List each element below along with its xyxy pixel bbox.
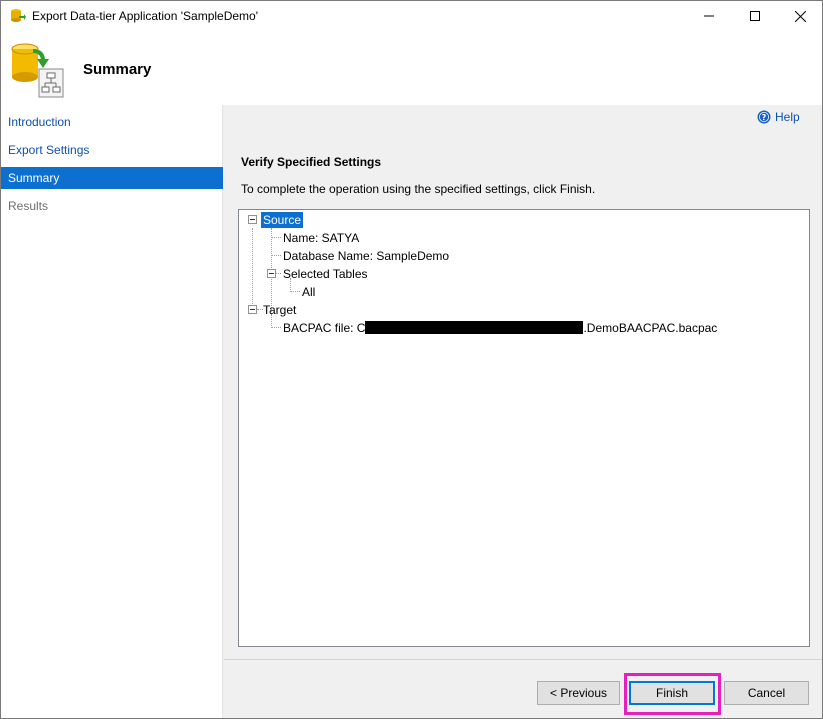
maximize-button[interactable] [732, 1, 778, 31]
cancel-button[interactable]: Cancel [724, 681, 809, 705]
collapse-tables-icon[interactable] [267, 269, 276, 278]
wizard-nav: Introduction Export Settings Summary Res… [1, 105, 223, 718]
nav-item-export-settings[interactable]: Export Settings [1, 139, 223, 161]
tree-node-name[interactable]: Name: SATYA [281, 230, 361, 246]
previous-button[interactable]: < Previous [537, 681, 620, 705]
svg-text:?: ? [762, 113, 767, 122]
title-bar: Export Data-tier Application 'SampleDemo… [1, 1, 822, 31]
help-icon: ? [757, 110, 771, 124]
close-button[interactable] [777, 1, 822, 31]
tree-node-database-name[interactable]: Database Name: SampleDemo [281, 248, 451, 264]
app-icon [11, 9, 26, 22]
bacpac-suffix: .DemoBAACPAC.bacpac [583, 321, 718, 335]
redacted-path [365, 321, 584, 334]
bacpac-prefix: BACPAC file: C [283, 321, 366, 335]
button-bar: < Previous Finish Cancel [224, 660, 822, 718]
minimize-button[interactable] [686, 1, 732, 31]
page-header: Summary [1, 31, 822, 105]
help-label: Help [775, 110, 800, 124]
settings-tree[interactable]: Source Name: SATYA Database Name: Sample… [238, 209, 810, 647]
tree-connector [252, 228, 253, 310]
tree-connector [290, 291, 300, 292]
database-export-icon [11, 43, 64, 98]
section-title: Verify Specified Settings [241, 155, 382, 169]
tree-connector [271, 255, 281, 256]
tree-node-target[interactable]: Target [261, 302, 298, 318]
content-panel: ? Help Verify Specified Settings To comp… [224, 105, 822, 659]
tree-connector [271, 237, 281, 238]
tree-node-source[interactable]: Source [261, 212, 304, 228]
tree-node-all[interactable]: All [300, 284, 317, 300]
tree-node-bacpac-file[interactable]: BACPAC file: C .DemoBAACPAC.bacpac [281, 320, 719, 336]
maximize-icon [750, 11, 760, 21]
minimize-icon [704, 15, 714, 17]
collapse-target-icon[interactable] [248, 305, 257, 314]
tree-node-selected-tables[interactable]: Selected Tables [281, 266, 370, 282]
collapse-source-icon[interactable] [248, 215, 257, 224]
page-title: Summary [83, 61, 152, 78]
instructions-text: To complete the operation using the spec… [241, 182, 596, 196]
tree-connector [271, 327, 281, 328]
finish-button[interactable]: Finish [629, 681, 715, 705]
export-wizard-window: Export Data-tier Application 'SampleDemo… [0, 0, 823, 719]
nav-item-summary[interactable]: Summary [1, 167, 223, 189]
help-link[interactable]: ? Help [757, 110, 800, 124]
nav-item-results: Results [8, 199, 49, 213]
close-icon [794, 10, 806, 22]
nav-item-introduction[interactable]: Introduction [1, 111, 223, 133]
window-title: Export Data-tier Application 'SampleDemo… [32, 9, 259, 23]
